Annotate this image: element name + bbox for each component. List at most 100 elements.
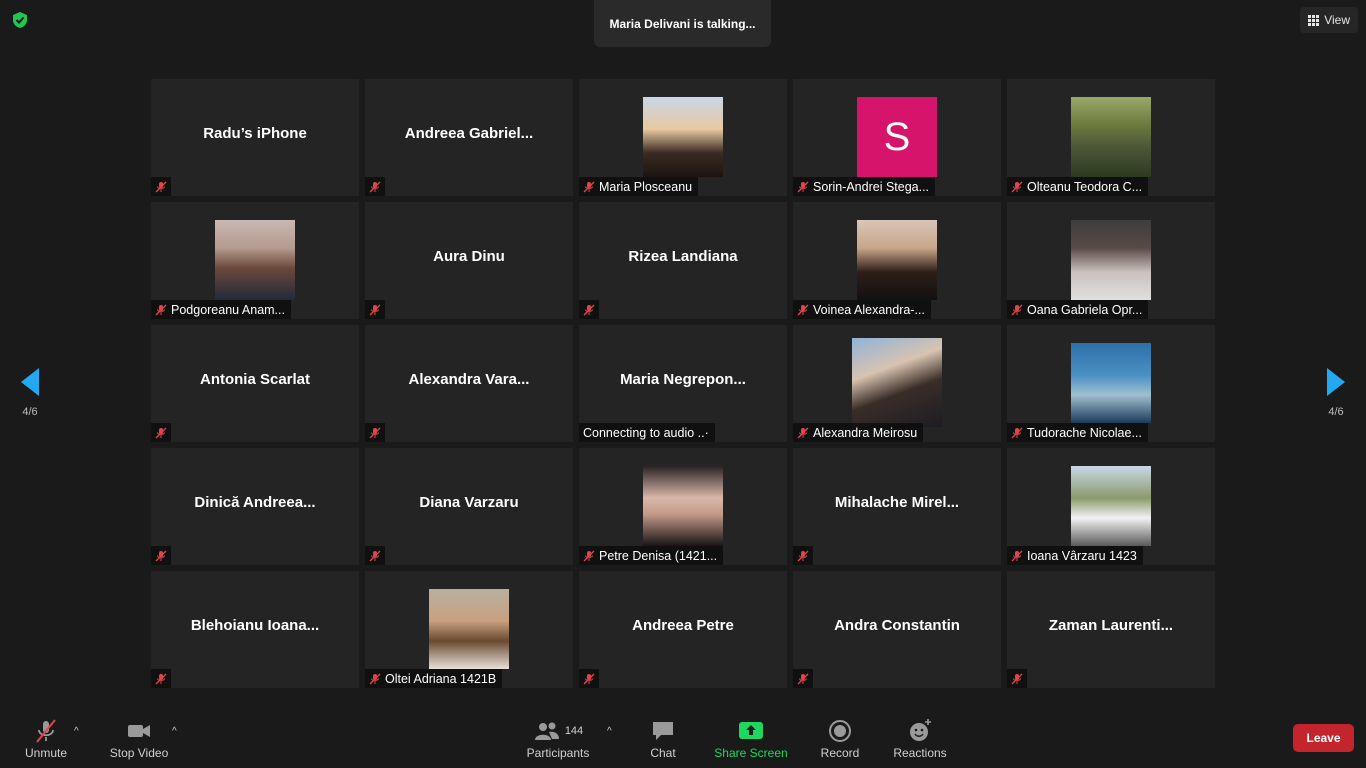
participants-options-chevron-icon[interactable]: ^ xyxy=(607,726,615,737)
participant-label: Tudorache Nicolae... xyxy=(1007,423,1148,442)
participant-tile[interactable]: Alexandra Meirosu xyxy=(793,325,1001,442)
participant-label: Oana Gabriela Opr... xyxy=(1007,300,1149,319)
profile-photo xyxy=(1071,220,1151,300)
participant-name: Andra Constantin xyxy=(834,617,960,634)
participant-label: Alexandra Meirosu xyxy=(793,423,924,442)
participant-label: Sorin-Andrei Stega... xyxy=(793,177,936,196)
participants-icon xyxy=(534,722,559,740)
security-shield-icon[interactable] xyxy=(10,10,30,30)
muted-mic-icon xyxy=(793,669,813,688)
participant-name: Sorin-Andrei Stega... xyxy=(813,179,930,194)
muted-mic-icon xyxy=(151,669,171,688)
participant-tile[interactable]: Voinea Alexandra-... xyxy=(793,202,1001,319)
participant-tile[interactable]: Maria Negrepon... Connecting to audio ..… xyxy=(579,325,787,442)
profile-photo xyxy=(1071,343,1151,423)
participant-name: Diana Varzaru xyxy=(419,494,519,511)
share-screen-label: Share Screen xyxy=(714,746,788,760)
muted-mic-icon xyxy=(793,546,813,565)
participant-tile[interactable]: Petre Denisa (1421... xyxy=(579,448,787,565)
chat-label: Chat xyxy=(650,746,676,760)
participant-tile[interactable]: Antonia Scarlat xyxy=(151,325,359,442)
participant-name: Mihalache Mirel... xyxy=(834,494,960,511)
participant-label: Oltei Adriana 1421B xyxy=(365,669,503,688)
profile-photo xyxy=(215,220,295,300)
participant-tile[interactable]: Diana Varzaru xyxy=(365,448,573,565)
participant-tile[interactable]: Oana Gabriela Opr... xyxy=(1007,202,1215,319)
participant-tile[interactable]: Andreea Petre xyxy=(579,571,787,688)
grid-view-icon xyxy=(1308,14,1320,26)
view-button[interactable]: View xyxy=(1300,7,1358,33)
muted-mic-icon xyxy=(151,546,171,565)
participant-tile[interactable]: Andra Constantin xyxy=(793,571,1001,688)
reactions-label: Reactions xyxy=(893,746,947,760)
page-indicator-right: 4/6 xyxy=(1328,406,1344,418)
leave-button[interactable]: Leave xyxy=(1293,724,1354,752)
participant-tile[interactable]: Radu’s iPhone xyxy=(151,79,359,196)
participant-label: Ioana Vârzaru 1423 xyxy=(1007,546,1143,565)
participant-tile[interactable]: Zaman Laurenti... xyxy=(1007,571,1215,688)
participant-label: Petre Denisa (1421... xyxy=(579,546,724,565)
muted-mic-icon xyxy=(797,304,809,315)
share-screen-button[interactable]: Share Screen xyxy=(714,718,788,760)
record-label: Record xyxy=(820,746,860,760)
next-page-button[interactable]: 4/6 xyxy=(1306,343,1366,443)
record-button[interactable]: Record xyxy=(818,718,862,760)
participant-name: Blehoianu Ioana... xyxy=(190,617,320,634)
participant-name: Aura Dinu xyxy=(433,248,505,265)
participant-name: Olteanu Teodora C... xyxy=(1027,179,1143,194)
participant-name: Zaman Laurenti... xyxy=(1048,617,1174,634)
chat-button[interactable]: Chat xyxy=(646,718,680,760)
unmute-button[interactable]: Unmute xyxy=(22,718,70,760)
participant-tile[interactable]: Andreea Gabriel... xyxy=(365,79,573,196)
video-options-chevron-icon[interactable]: ^ xyxy=(172,726,180,737)
participant-tile[interactable]: Blehoianu Ioana... xyxy=(151,571,359,688)
participant-tile[interactable]: Maria Plosceanu xyxy=(579,79,787,196)
page-indicator-left: 4/6 xyxy=(22,406,38,418)
participant-tile[interactable]: Dinică Andreea... xyxy=(151,448,359,565)
participant-tile[interactable]: Aura Dinu xyxy=(365,202,573,319)
muted-mic-icon xyxy=(1011,427,1023,438)
muted-mic-icon xyxy=(369,673,381,684)
participant-name: Maria Plosceanu xyxy=(599,179,693,194)
share-screen-icon xyxy=(738,718,764,744)
audio-options-chevron-icon[interactable]: ^ xyxy=(74,726,82,737)
stop-video-button[interactable]: Stop Video xyxy=(108,718,170,760)
participant-tile[interactable]: Mihalache Mirel... xyxy=(793,448,1001,565)
meeting-toolbar: Unmute ^ Stop Video ^ 144 Participants ^… xyxy=(0,712,1366,768)
participant-name: Dinică Andreea... xyxy=(194,494,316,511)
participant-name: Rizea Landiana xyxy=(628,248,738,265)
participant-tile[interactable]: Podgoreanu Anam... xyxy=(151,202,359,319)
participant-tile[interactable]: Ioana Vârzaru 1423 xyxy=(1007,448,1215,565)
previous-page-button[interactable]: 4/6 xyxy=(0,343,60,443)
muted-mic-icon xyxy=(365,300,385,319)
muted-mic-icon xyxy=(151,423,171,442)
participant-tile[interactable]: Oltei Adriana 1421B xyxy=(365,571,573,688)
profile-photo xyxy=(643,97,723,177)
profile-photo xyxy=(1071,466,1151,546)
participant-tile[interactable]: S Sorin-Andrei Stega... xyxy=(793,79,1001,196)
muted-mic-icon xyxy=(365,423,385,442)
participant-tile[interactable]: Alexandra Vara... xyxy=(365,325,573,442)
participant-name: Maria Negrepon... xyxy=(620,371,746,388)
arrow-left-icon xyxy=(21,368,39,396)
participant-tile[interactable]: Olteanu Teodora C... xyxy=(1007,79,1215,196)
participant-name: Andreea Petre xyxy=(632,617,734,634)
muted-mic-icon xyxy=(797,427,809,438)
participants-count: 144 xyxy=(564,725,584,737)
muted-mic-icon xyxy=(579,669,599,688)
participant-tile[interactable]: Tudorache Nicolae... xyxy=(1007,325,1215,442)
participant-tile[interactable]: Rizea Landiana xyxy=(579,202,787,319)
participants-button[interactable]: 144 Participants xyxy=(526,718,590,760)
participant-name: Podgoreanu Anam... xyxy=(171,302,285,317)
muted-mic-icon xyxy=(1011,181,1023,192)
avatar: S xyxy=(857,97,937,177)
record-icon xyxy=(827,718,853,744)
participants-label: Participants xyxy=(526,746,590,760)
participant-label: Podgoreanu Anam... xyxy=(151,300,291,319)
muted-mic-icon xyxy=(1007,669,1027,688)
participant-label: Voinea Alexandra-... xyxy=(793,300,931,319)
muted-mic-icon xyxy=(1011,550,1023,561)
reactions-button[interactable]: Reactions xyxy=(892,718,948,760)
muted-mic-icon xyxy=(151,177,171,196)
profile-photo xyxy=(1071,97,1151,177)
